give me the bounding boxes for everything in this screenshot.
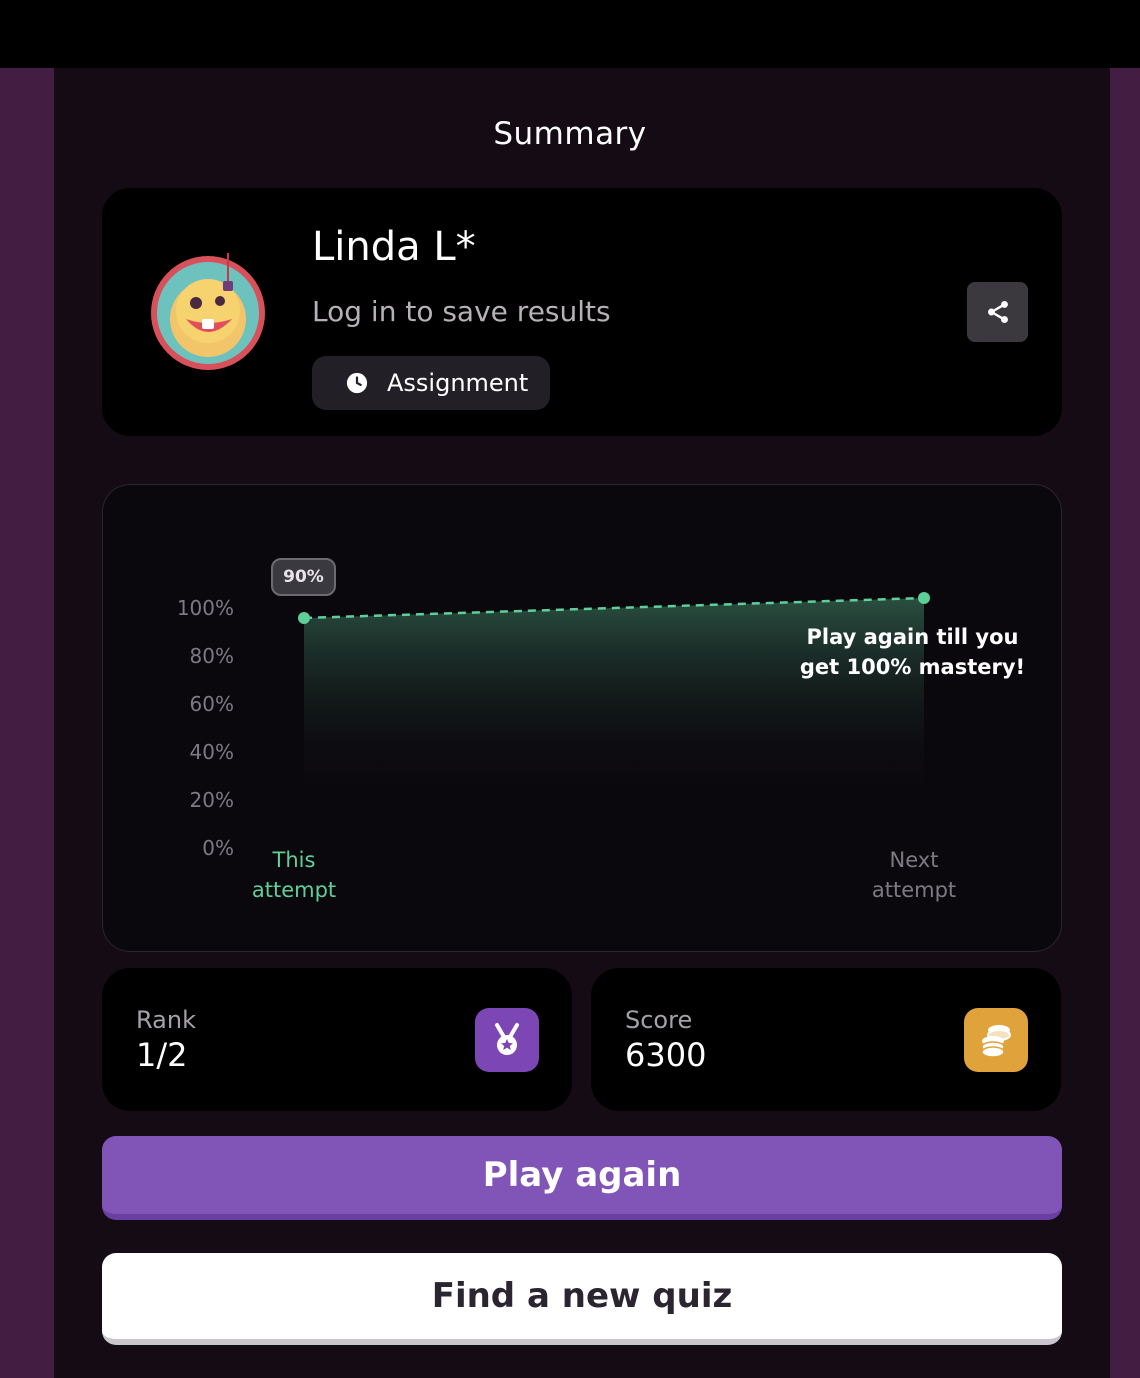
score-card: Score 6300 — [591, 968, 1061, 1111]
rank-label: Rank — [136, 1006, 196, 1034]
mastery-hint: Play again till you get 100% mastery! — [799, 625, 1026, 679]
rank-card: Rank 1/2 — [102, 968, 572, 1111]
rank-value: 1/2 — [136, 1036, 188, 1074]
x-label-next-attempt: Next attempt — [871, 848, 957, 902]
medal-badge — [475, 1008, 539, 1072]
point-next-attempt — [918, 592, 930, 604]
coins-badge — [964, 1008, 1028, 1072]
point-this-attempt — [298, 612, 310, 624]
find-new-quiz-button[interactable]: Find a new quiz — [102, 1253, 1062, 1345]
score-value: 6300 — [625, 1036, 707, 1074]
current-score-tag: 90% — [271, 558, 336, 596]
score-label: Score — [625, 1006, 693, 1034]
coins-icon — [981, 1025, 1011, 1058]
x-label-this-attempt: This attempt — [251, 848, 337, 902]
medal-icon — [495, 1023, 519, 1055]
play-again-button[interactable]: Play again — [102, 1136, 1062, 1220]
